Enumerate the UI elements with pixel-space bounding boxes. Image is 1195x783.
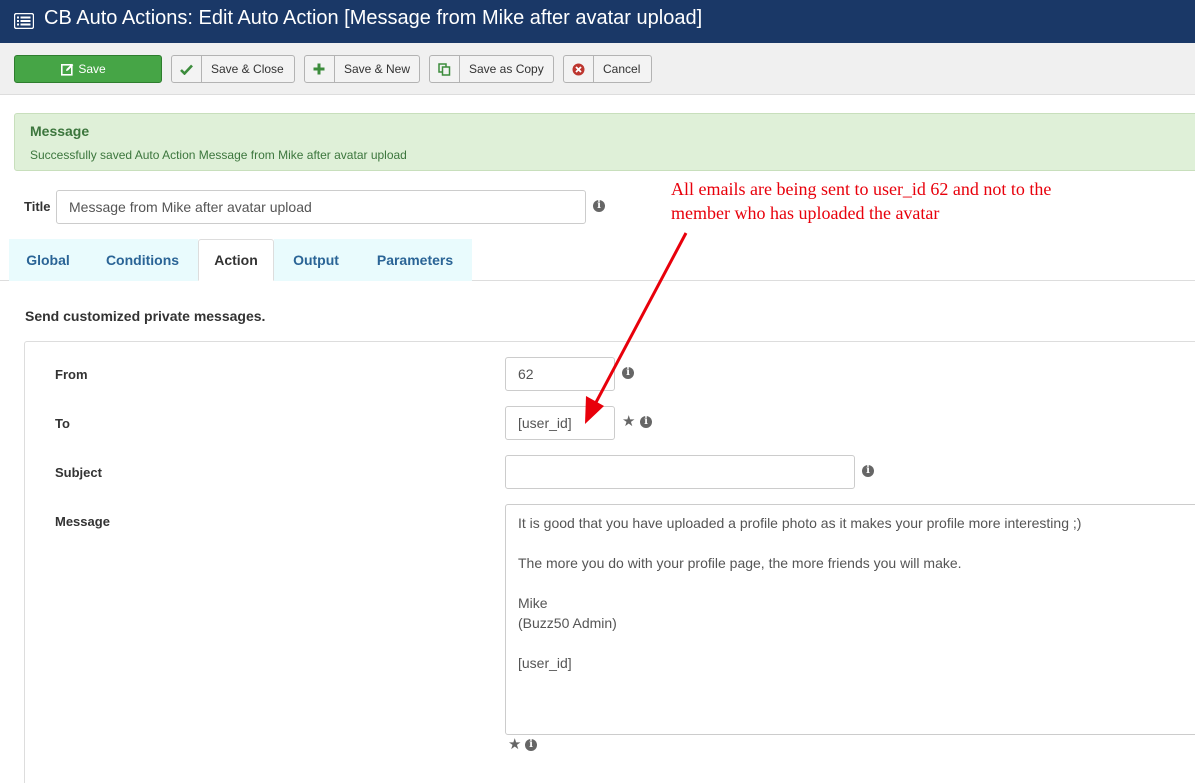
edit-icon — [61, 63, 74, 76]
title-input[interactable]: Message from Mike after avatar upload — [56, 190, 586, 224]
save-copy-button[interactable]: Save as Copy — [429, 55, 554, 83]
copy-icon — [430, 56, 460, 82]
from-input-value: 62 — [518, 366, 534, 382]
save-new-label: Save & New — [343, 62, 411, 76]
plus-icon — [305, 56, 335, 82]
from-input[interactable]: 62 — [505, 357, 615, 391]
from-label: From — [55, 367, 88, 382]
info-icon[interactable]: i — [622, 367, 634, 379]
save-button[interactable]: Save — [14, 55, 162, 83]
to-label: To — [55, 416, 70, 431]
title-label: Title — [24, 199, 51, 214]
subject-input[interactable] — [505, 455, 855, 489]
page-title: CB Auto Actions: Edit Auto Action [Messa… — [44, 7, 703, 29]
tab-conditions[interactable]: Conditions — [87, 239, 198, 281]
info-icon[interactable]: i — [593, 200, 605, 212]
check-icon — [172, 56, 202, 82]
list-icon — [14, 13, 34, 29]
alert-text: Successfully saved Auto Action Message f… — [30, 148, 407, 162]
cancel-icon — [564, 56, 594, 82]
star-icon[interactable]: ★ — [508, 737, 521, 752]
success-alert: Message Successfully saved Auto Action M… — [14, 113, 1195, 171]
page-header: CB Auto Actions: Edit Auto Action [Messa… — [0, 0, 1195, 43]
title-input-value: Message from Mike after avatar upload — [69, 199, 312, 215]
message-label: Message — [55, 514, 110, 529]
subject-label: Subject — [55, 465, 102, 480]
toolbar: Save Save & Close Save & New Save as Cop… — [0, 43, 1195, 95]
info-icon[interactable]: i — [862, 465, 874, 477]
tab-global[interactable]: Global — [9, 239, 87, 281]
cancel-button[interactable]: Cancel — [563, 55, 652, 83]
save-close-button[interactable]: Save & Close — [171, 55, 295, 83]
cancel-label: Cancel — [603, 62, 641, 76]
info-icon[interactable]: i — [525, 739, 537, 751]
tab-action[interactable]: Action — [198, 239, 274, 281]
action-description: Send customized private messages. — [25, 308, 266, 324]
save-close-label: Save & Close — [211, 62, 284, 76]
save-label: Save — [78, 62, 106, 76]
info-icon[interactable]: i — [640, 416, 652, 428]
alert-heading: Message — [30, 123, 90, 139]
tab-parameters[interactable]: Parameters — [358, 239, 472, 281]
annotation-text: All emails are being sent to user_id 62 … — [671, 179, 1052, 223]
to-input[interactable]: [user_id] — [505, 406, 615, 440]
save-copy-label: Save as Copy — [469, 62, 544, 76]
star-icon[interactable]: ★ — [622, 414, 635, 429]
to-input-value: [user_id] — [518, 415, 572, 431]
tab-output[interactable]: Output — [274, 239, 358, 281]
message-textarea[interactable]: It is good that you have uploaded a prof… — [505, 504, 1195, 735]
save-new-button[interactable]: Save & New — [304, 55, 420, 83]
